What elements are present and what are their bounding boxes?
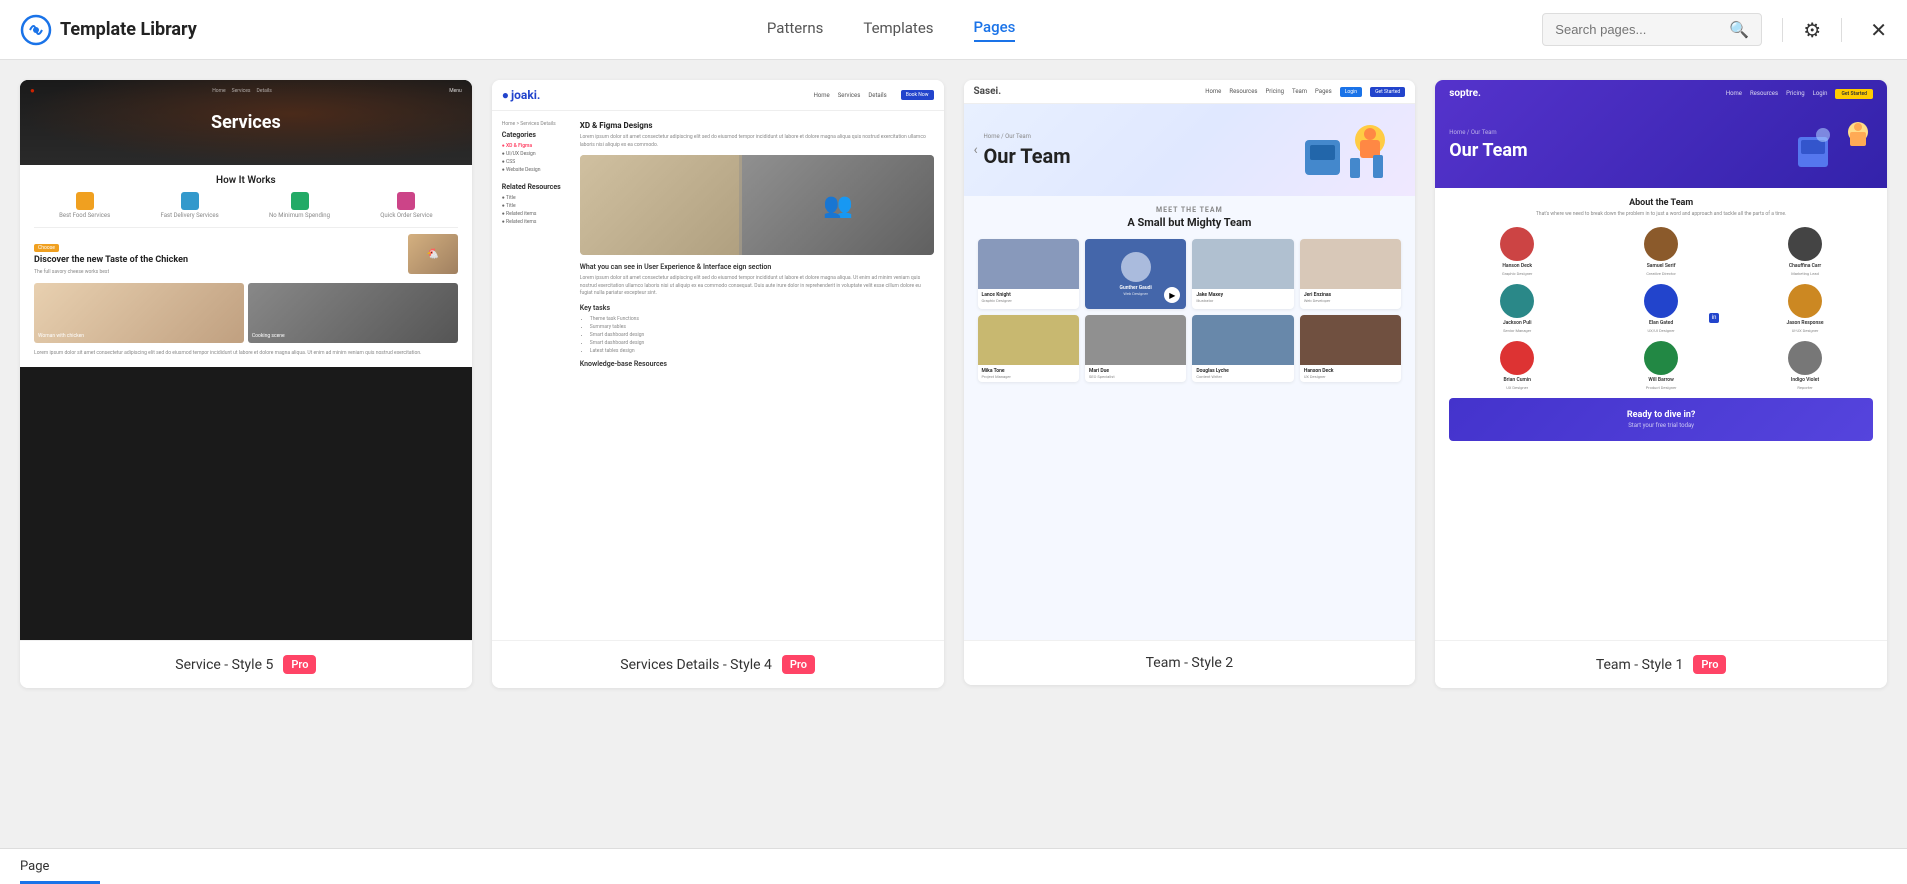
card-preview-4: soptre. Home Resources Pricing Login Get… [1435, 80, 1887, 640]
preview-team2: Sasei. Home Resources Pricing Team Pages… [964, 80, 1416, 640]
preview-details: ● joaki. Home Services Details Book Now … [492, 80, 944, 640]
preview-services-title: Services [211, 112, 281, 133]
pro-badge-1: Pro [283, 655, 316, 674]
card-footer-2: Services Details - Style 4 Pro [492, 640, 944, 688]
card-preview-2: ● joaki. Home Services Details Book Now … [492, 80, 944, 640]
preview-team2-logo: Sasei. [974, 86, 1002, 97]
preview-cta-title: Ready to dive in? [1461, 410, 1861, 420]
card-preview-3: Sasei. Home Resources Pricing Team Pages… [964, 80, 1416, 640]
preview-related-label: Related Resources [502, 183, 572, 191]
preview-details-logo: joaki. [511, 88, 540, 102]
preview-hero-breadcrumb-3: Home / Our Team [984, 133, 1071, 140]
preview-hero-breadcrumb-4: Home / Our Team [1449, 129, 1527, 136]
preview-hero-title-3: Our Team [984, 144, 1071, 168]
template-card-1[interactable]: ● Home Services Details Menu Services Ho… [20, 80, 472, 688]
preview-featured-title: Discover the new Taste of the Chicken [34, 255, 402, 267]
preview-chip: Choose [34, 244, 59, 252]
card-label-3: Team - Style 2 [1146, 655, 1234, 671]
preview-team1: soptre. Home Resources Pricing Login Get… [1435, 80, 1887, 640]
preview-cta-sub: Start your free trial today [1461, 422, 1861, 429]
main-content: ● Home Services Details Menu Services Ho… [0, 60, 1907, 728]
logo-text: Template Library [60, 19, 197, 40]
preview-about-title: About the Team [1449, 198, 1873, 208]
tab-pages[interactable]: Pages [974, 18, 1016, 42]
card-footer-4: Team - Style 1 Pro [1435, 640, 1887, 688]
logo-icon [20, 14, 52, 46]
card-label-4: Team - Style 1 [1596, 657, 1684, 673]
card-label-1: Service - Style 5 [175, 657, 273, 673]
preview-services: ● Home Services Details Menu Services Ho… [20, 80, 472, 640]
card-label-2: Services Details - Style 4 [620, 657, 772, 673]
template-card-2[interactable]: ● joaki. Home Services Details Book Now … [492, 80, 944, 688]
vertical-divider [1782, 18, 1783, 42]
preview-team1-logo: soptre. [1449, 88, 1481, 99]
header-right: 🔍 ⚙ ✕ [1542, 13, 1887, 46]
preview-categories-label: Categories [502, 131, 572, 139]
search-input[interactable] [1555, 22, 1721, 37]
header: Template Library Patterns Templates Page… [0, 0, 1907, 60]
preview-section-label-3: MEET THE TEAM [978, 206, 1402, 214]
card-footer-3: Team - Style 2 [964, 640, 1416, 685]
preview-key-tasks: Key tasks [580, 304, 934, 312]
pro-badge-2: Pro [782, 655, 815, 674]
bottom-bar: Page [0, 848, 1907, 884]
main-nav: Patterns Templates Pages [240, 18, 1542, 42]
bottom-bar-label: Page [20, 859, 49, 874]
filter-icon[interactable]: ⚙ [1803, 18, 1821, 42]
preview-knowledge-base: Knowledge-base Resources [580, 360, 934, 368]
card-footer-1: Service - Style 5 Pro [20, 640, 472, 688]
close-button[interactable]: ✕ [1870, 18, 1887, 42]
search-box: 🔍 [1542, 13, 1762, 46]
preview-about-text: That's where we need to break down the p… [1449, 211, 1873, 219]
tab-patterns[interactable]: Patterns [767, 19, 823, 41]
preview-icons-row: Best Food Services Fast Delivery Service… [34, 192, 458, 219]
pro-badge-4: Pro [1693, 655, 1726, 674]
preview-hero-title-4: Our Team [1449, 140, 1527, 161]
tab-templates[interactable]: Templates [863, 19, 933, 41]
preview-section-title: What you can see in User Experience & In… [580, 263, 934, 271]
template-card-4[interactable]: soptre. Home Resources Pricing Login Get… [1435, 80, 1887, 688]
vertical-divider-2 [1841, 18, 1842, 42]
preview-heading: XD & Figma Designs [580, 121, 934, 130]
preview-section-title-3: A Small but Mighty Team [978, 216, 1402, 229]
logo[interactable]: Template Library [20, 14, 240, 46]
card-preview-1: ● Home Services Details Menu Services Ho… [20, 80, 472, 640]
search-icon[interactable]: 🔍 [1729, 20, 1749, 39]
preview-featured-sub: The full savory cheese works best [34, 269, 402, 275]
template-card-3[interactable]: Sasei. Home Resources Pricing Team Pages… [964, 80, 1416, 685]
preview-how-it-works: How It Works [34, 175, 458, 186]
